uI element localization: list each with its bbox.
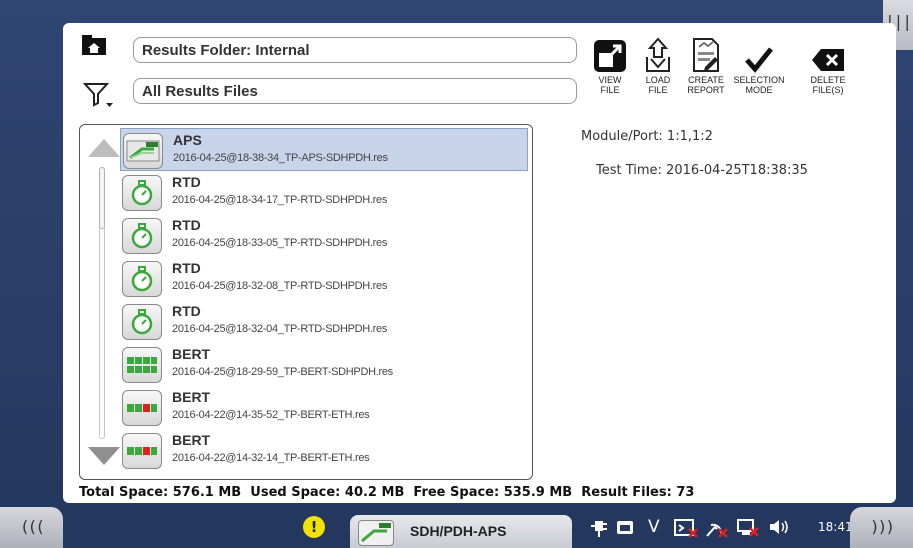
app-tab-label: SDH/PDH-APS [410,523,507,539]
file-name: BERT [172,346,211,362]
scrollbar[interactable] [99,167,105,439]
file-path: 2016-04-22@14-35-52_TP-BERT-ETH.res [172,409,370,421]
test-time-info: Test Time: 2016-04-25T18:38:35 [596,163,808,178]
scrollbar-thumb[interactable] [99,167,105,229]
delete-icon [800,33,856,73]
file-row[interactable]: RTD 2016-04-25@18-32-04_TP-RTD-SDHPDH.re… [120,300,528,343]
file-path: 2016-04-25@18-34-17_TP-RTD-SDHPDH.res [172,194,388,206]
stopwatch-icon [122,218,162,254]
results-folder-field[interactable]: Results Folder: Internal [133,37,577,63]
home-folder-icon[interactable] [81,33,107,57]
file-name: BERT [172,389,211,405]
file-name: APS [173,132,202,148]
camera-icon[interactable] [616,517,634,537]
stopwatch-icon [122,261,162,297]
create-report-button[interactable]: CREATE REPORT [678,33,734,95]
file-row[interactable]: RTD 2016-04-25@18-33-05_TP-RTD-SDHPDH.re… [120,214,528,257]
clock: 18:41 [818,520,853,534]
selection-mode-label: SELECTION MODE [733,75,785,95]
checkmark-icon [731,33,787,73]
file-row[interactable]: APS 2016-04-25@18-38-34_TP-APS-SDHPDH.re… [120,128,528,171]
file-name: RTD [172,303,201,319]
stopwatch-icon [122,175,162,211]
aps-test-icon [358,520,394,546]
app-tab-sdh-pdh-aps[interactable]: SDH/PDH-APS [350,515,572,548]
file-name: RTD [172,217,201,233]
file-name: RTD [172,260,201,276]
file-name: BERT [172,432,211,448]
storage-summary: Total Space: 576.1 MB Used Space: 40.2 M… [79,485,695,500]
terminal-icon[interactable] [674,517,698,539]
scroll-up-arrow-icon[interactable] [88,139,120,157]
scroll-down-arrow-icon[interactable] [88,447,120,465]
file-rows: APS 2016-04-25@18-38-34_TP-APS-SDHPDH.re… [120,128,530,472]
file-name: RTD [172,174,201,190]
v-icon[interactable]: V [648,517,660,537]
module-port-info: Module/Port: 1:1,1:2 [581,129,713,144]
file-list[interactable]: APS 2016-04-25@18-38-34_TP-APS-SDHPDH.re… [79,124,533,480]
file-filter-field[interactable]: All Results Files [133,78,577,104]
file-row[interactable]: BERT 2016-04-22@14-32-14_TP-BERT-ETH.res [120,429,528,472]
warning-icon[interactable]: ! [303,516,325,538]
stopwatch-icon [122,304,162,340]
file-browser-panel: Results Folder: Internal All Results Fil… [63,23,896,503]
file-path: 2016-04-22@14-32-14_TP-BERT-ETH.res [172,452,370,464]
nav-left-button[interactable]: ((( [0,507,63,548]
file-row[interactable]: BERT 2016-04-25@18-29-59_TP-BERT-SDHPDH.… [120,343,528,386]
file-row[interactable]: RTD 2016-04-25@18-32-08_TP-RTD-SDHPDH.re… [120,257,528,300]
file-row[interactable]: BERT 2016-04-22@14-35-52_TP-BERT-ETH.res [120,386,528,429]
file-path: 2016-04-25@18-38-34_TP-APS-SDHPDH.res [173,152,388,164]
power-plug-icon[interactable] [590,517,608,537]
file-path: 2016-04-25@18-32-04_TP-RTD-SDHPDH.res [172,323,388,335]
file-path: 2016-04-25@18-33-05_TP-RTD-SDHPDH.res [172,237,388,249]
file-path: 2016-04-25@18-29-59_TP-BERT-SDHPDH.res [172,366,393,378]
display-disabled-icon[interactable] [736,517,760,539]
file-path: 2016-04-25@18-32-08_TP-RTD-SDHPDH.res [172,280,388,292]
file-row[interactable]: RTD 2016-04-25@18-34-17_TP-RTD-SDHPDH.re… [120,171,528,214]
bert-red-icon [122,390,162,426]
delete-files-label: DELETE FILE(S) [810,75,846,95]
create-report-icon [678,33,734,73]
speaker-icon[interactable] [768,517,790,537]
nav-right-button[interactable]: ))) [850,507,913,548]
taskbar: ((( ! SDH/PDH-APS V 18:41 ))) [0,507,913,548]
selection-mode-button[interactable]: SELECTION MODE [731,33,787,95]
network-disabled-icon[interactable] [705,517,729,539]
delete-files-button[interactable]: DELETE FILE(S) [800,33,856,95]
create-report-label: CREATE REPORT [687,75,725,95]
bert-red-icon [122,433,162,469]
bert-green-icon [122,347,162,383]
filter-icon[interactable] [81,77,115,111]
aps-test-icon [123,133,163,169]
